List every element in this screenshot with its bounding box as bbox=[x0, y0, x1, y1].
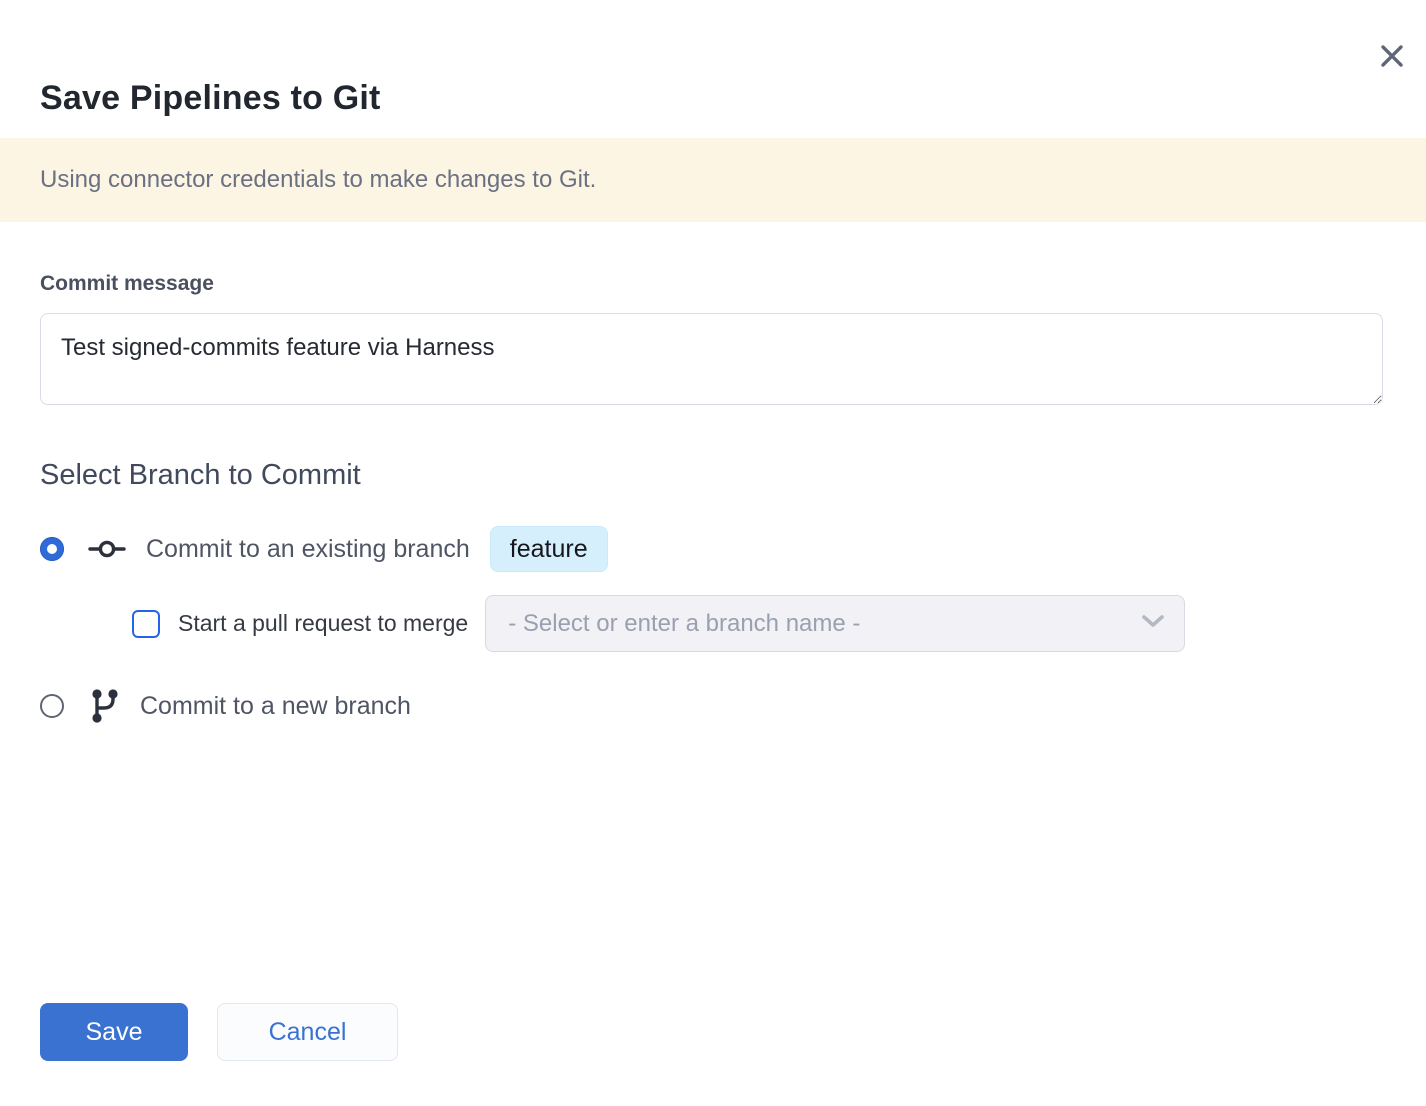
chevron-down-icon bbox=[1140, 612, 1166, 635]
target-branch-select[interactable]: - Select or enter a branch name - bbox=[485, 595, 1185, 652]
existing-branch-radio[interactable] bbox=[40, 537, 64, 561]
dialog-body: Commit message Test signed-commits featu… bbox=[0, 272, 1426, 728]
page-title: Save Pipelines to Git bbox=[0, 0, 1426, 120]
pull-request-row: Start a pull request to merge - Select o… bbox=[132, 595, 1386, 652]
dialog-footer: Save Cancel bbox=[40, 1003, 398, 1061]
save-button[interactable]: Save bbox=[40, 1003, 188, 1061]
save-pipelines-dialog: Save Pipelines to Git Using connector cr… bbox=[0, 0, 1426, 1106]
info-banner-text: Using connector credentials to make chan… bbox=[40, 166, 596, 194]
git-branch-icon bbox=[88, 687, 120, 725]
new-branch-radio[interactable] bbox=[40, 694, 64, 718]
commit-message-label: Commit message bbox=[40, 272, 1386, 296]
commit-message-input[interactable]: Test signed-commits feature via Harness bbox=[40, 313, 1383, 405]
close-button[interactable] bbox=[1376, 40, 1408, 72]
pull-request-checkbox[interactable] bbox=[132, 610, 160, 638]
existing-branch-label[interactable]: Commit to an existing branch bbox=[146, 535, 470, 564]
cancel-button[interactable]: Cancel bbox=[217, 1003, 398, 1061]
existing-branch-option-row: Commit to an existing branch feature bbox=[40, 526, 1386, 572]
new-branch-option-row: Commit to a new branch bbox=[40, 684, 1386, 728]
target-branch-placeholder: - Select or enter a branch name - bbox=[508, 610, 1140, 638]
select-branch-heading: Select Branch to Commit bbox=[40, 458, 1386, 492]
branch-badge[interactable]: feature bbox=[490, 526, 608, 572]
new-branch-label[interactable]: Commit to a new branch bbox=[140, 692, 411, 721]
info-banner: Using connector credentials to make chan… bbox=[0, 138, 1426, 222]
git-commit-icon bbox=[88, 536, 126, 562]
pull-request-label[interactable]: Start a pull request to merge bbox=[178, 610, 468, 637]
close-icon bbox=[1376, 40, 1408, 72]
